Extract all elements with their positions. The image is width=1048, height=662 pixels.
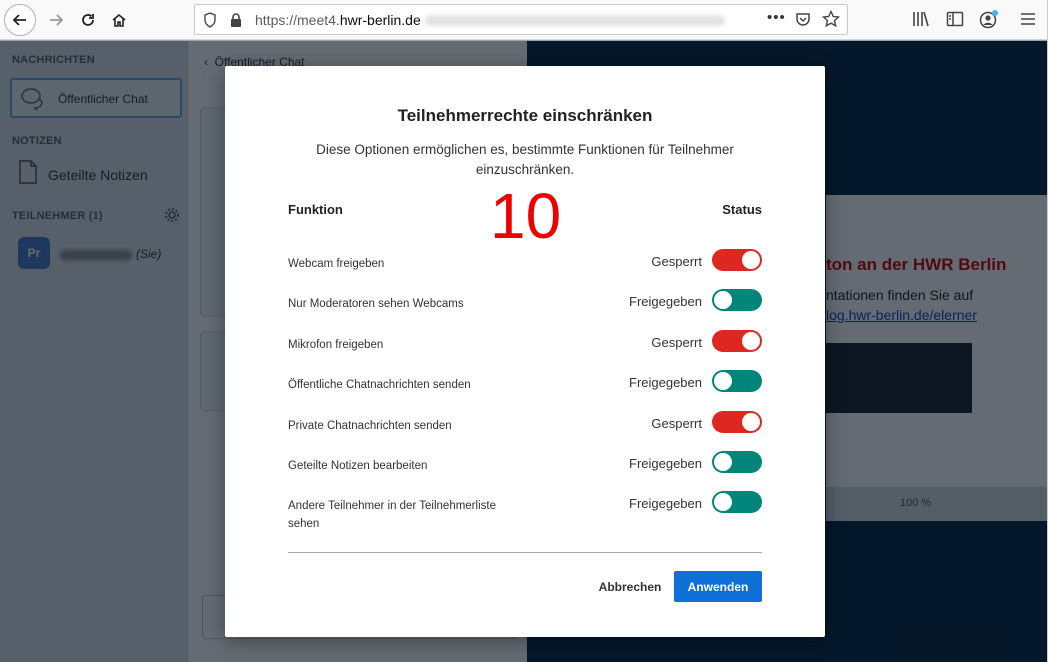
permission-status: Gesperrt bbox=[651, 335, 702, 350]
apply-button[interactable]: Anwenden bbox=[674, 571, 762, 602]
permission-label: Mikrofon freigeben bbox=[288, 339, 384, 351]
permission-row-public-chat: Öffentliche Chatnachrichten senden Freig… bbox=[288, 370, 762, 416]
modal-description: Diese Optionen ermöglichen es, bestimmte… bbox=[316, 142, 734, 177]
reload-button[interactable] bbox=[72, 4, 104, 36]
sidebar-icon[interactable] bbox=[946, 10, 964, 33]
shield-icon[interactable] bbox=[203, 12, 217, 33]
home-icon bbox=[112, 13, 126, 27]
lock-viewers-modal: Teilnehmerrechte einschränken Diese Opti… bbox=[225, 66, 825, 637]
permission-toggle[interactable] bbox=[712, 491, 762, 513]
lock-icon[interactable] bbox=[229, 12, 243, 33]
url-text: https://meet4.hwr-berlin.de bbox=[255, 12, 421, 28]
permission-label: Private Chatnachrichten senden bbox=[288, 420, 452, 432]
permission-toggle[interactable] bbox=[712, 330, 762, 352]
permission-label: Webcam freigeben bbox=[288, 258, 385, 270]
account-icon[interactable] bbox=[979, 10, 999, 35]
permission-status: Freigegeben bbox=[629, 456, 702, 471]
bookmark-star-icon[interactable] bbox=[821, 9, 841, 33]
url-bar[interactable]: https://meet4.hwr-berlin.de ••• bbox=[194, 4, 848, 35]
permission-label: Geteilte Notizen bearbeiten bbox=[288, 460, 428, 472]
modal-divider bbox=[288, 552, 762, 553]
permission-status: Gesperrt bbox=[651, 254, 702, 269]
permission-status: Gesperrt bbox=[651, 416, 702, 431]
annotation-number: 10 bbox=[490, 180, 562, 252]
permission-row-private-chat: Private Chatnachrichten senden Gesperrt bbox=[288, 411, 762, 457]
forward-button[interactable] bbox=[40, 4, 72, 36]
cancel-button[interactable]: Abbrechen bbox=[590, 572, 670, 602]
page-actions-button[interactable]: ••• bbox=[767, 9, 786, 26]
permission-status: Freigegeben bbox=[629, 496, 702, 511]
permission-row-microphone: Mikrofon freigeben Gesperrt bbox=[288, 330, 762, 376]
permission-status: Freigegeben bbox=[629, 375, 702, 390]
permission-row-moderator-webcams: Nur Moderatoren sehen Webcams Freigegebe… bbox=[288, 289, 762, 335]
permission-label: Nur Moderatoren sehen Webcams bbox=[288, 298, 464, 310]
arrow-left-icon bbox=[12, 14, 26, 26]
arrow-right-icon bbox=[50, 14, 64, 26]
modal-title: Teilnehmerrechte einschränken bbox=[397, 106, 653, 125]
permission-row-shared-notes: Geteilte Notizen bearbeiten Freigegeben bbox=[288, 451, 762, 497]
permission-toggle[interactable] bbox=[712, 249, 762, 271]
permission-row-user-list: Andere Teilnehmer in der Teilnehmerliste… bbox=[288, 491, 762, 537]
hamburger-menu-icon[interactable] bbox=[1019, 10, 1037, 33]
library-icon[interactable] bbox=[912, 10, 930, 33]
status-column-header: Status bbox=[722, 202, 762, 217]
function-column-header: Funktion bbox=[288, 202, 343, 217]
permission-row-webcam: Webcam freigeben Gesperrt bbox=[288, 249, 762, 295]
pocket-icon[interactable] bbox=[795, 11, 811, 32]
permission-toggle[interactable] bbox=[712, 451, 762, 473]
url-path-blurred bbox=[425, 15, 725, 26]
permission-label: Andere Teilnehmer in der Teilnehmerliste… bbox=[288, 500, 496, 530]
permission-toggle[interactable] bbox=[712, 370, 762, 392]
reload-icon bbox=[82, 14, 94, 26]
browser-toolbar: https://meet4.hwr-berlin.de ••• bbox=[0, 0, 1048, 40]
permission-label: Öffentliche Chatnachrichten senden bbox=[288, 379, 471, 391]
home-button[interactable] bbox=[103, 4, 135, 36]
permission-status: Freigegeben bbox=[629, 294, 702, 309]
back-button[interactable] bbox=[4, 4, 36, 36]
permission-toggle[interactable] bbox=[712, 289, 762, 311]
permission-toggle[interactable] bbox=[712, 411, 762, 433]
